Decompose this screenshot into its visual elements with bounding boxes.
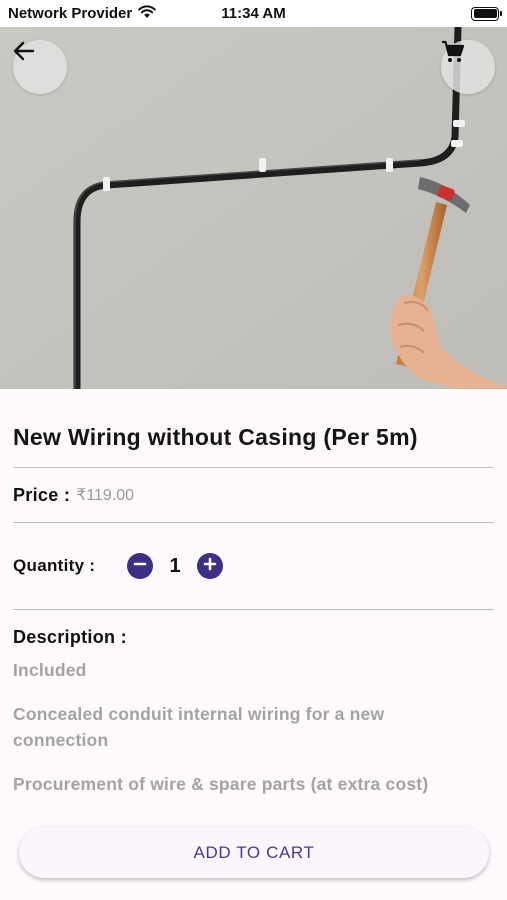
product-image bbox=[0, 27, 507, 392]
status-bar: Network Provider 11:34 AM bbox=[0, 0, 507, 27]
price-row: Price : ₹119.00 bbox=[13, 468, 494, 522]
description-label: Description : bbox=[13, 627, 127, 647]
status-left: Network Provider bbox=[8, 4, 178, 23]
description-item: Concealed conduit internal wiring for a … bbox=[13, 704, 385, 750]
description-item: Included bbox=[13, 660, 87, 680]
price-value: ₹119.00 bbox=[76, 487, 135, 504]
quantity-value: 1 bbox=[169, 554, 181, 577]
back-button[interactable] bbox=[13, 40, 67, 94]
price-label: Price : bbox=[13, 484, 71, 505]
status-right bbox=[471, 6, 502, 21]
minus-icon bbox=[133, 557, 147, 576]
add-to-cart-button[interactable]: ADD TO CART bbox=[19, 827, 489, 878]
carrier-name: Network Provider bbox=[8, 5, 133, 22]
battery-icon bbox=[471, 6, 502, 21]
increase-quantity-button[interactable] bbox=[197, 553, 223, 579]
product-title: New Wiring without Casing (Per 5m) bbox=[13, 424, 418, 450]
decrease-quantity-button[interactable] bbox=[127, 553, 153, 579]
quantity-label: Quantity : bbox=[13, 556, 96, 575]
plus-icon bbox=[203, 557, 217, 576]
divider bbox=[13, 609, 494, 610]
description-item: Procurement of wire & spare parts (at ex… bbox=[13, 774, 429, 794]
battery-fill bbox=[473, 9, 497, 18]
cart-button[interactable] bbox=[441, 40, 495, 94]
product-photo-illustration bbox=[0, 27, 507, 392]
wifi-icon bbox=[138, 4, 157, 23]
quantity-row: Quantity : 1 bbox=[13, 523, 494, 609]
product-details: New Wiring without Casing (Per 5m) Price… bbox=[0, 392, 507, 797]
